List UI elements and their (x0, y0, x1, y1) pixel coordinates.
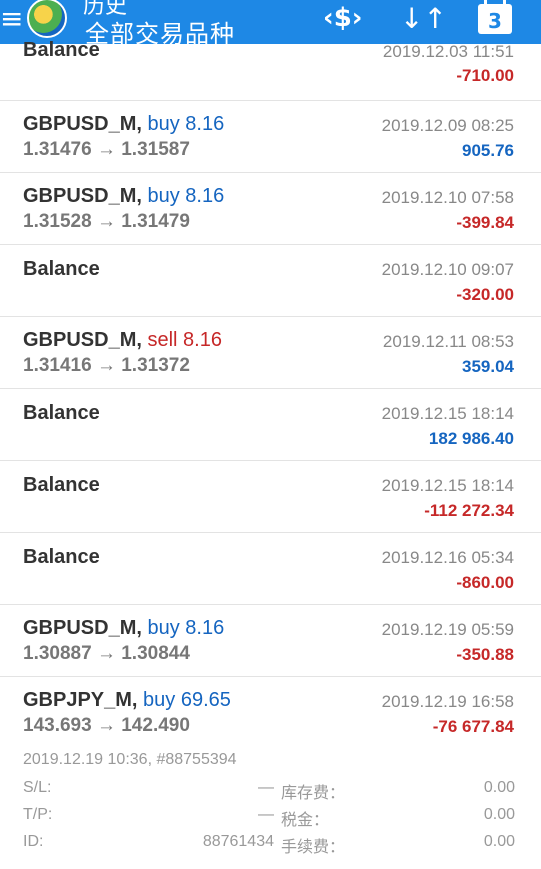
swap-value: 0.00 (483, 779, 515, 796)
row-symbol-name: GBPUSD_M, (23, 113, 142, 135)
row-symbol-name: GBPUSD_M, (23, 617, 142, 639)
row-profit: 905.76 (462, 141, 514, 160)
app-toolbar: ≡ 历史 全部交易品种 ‹$› ↓↑ 3 (0, 0, 541, 44)
tax-value: 0.00 (483, 806, 515, 823)
row-profit: -710.00 (456, 66, 514, 85)
list-item[interactable]: Balance 2019.12.03 11:51 -710.00 (0, 39, 541, 101)
id-label: ID: (23, 833, 44, 850)
row-profit: -860.00 (456, 573, 514, 592)
list-item[interactable]: GBPUSD_M, buy 8.16 1.30887 → 1.30844 201… (0, 605, 541, 677)
row-date: 2019.12.10 07:58 (381, 188, 514, 207)
open-info: 2019.12.19 10:36, #88755394 (23, 751, 237, 768)
menu-icon[interactable]: ≡ (0, 4, 23, 38)
row-side: sell 8.16 (147, 329, 222, 351)
row-prices: 1.31476 → 1.31587 (23, 139, 190, 160)
dollar-filter-icon[interactable]: ‹$› (323, 3, 363, 33)
row-date: 2019.12.15 18:14 (381, 476, 514, 495)
row-symbol: Balance (23, 546, 100, 568)
tp-value: — (258, 806, 274, 823)
row-profit: -350.88 (456, 645, 514, 664)
row-symbol: Balance (23, 258, 100, 280)
row-date: 2019.12.15 18:14 (381, 404, 514, 423)
sort-icon[interactable]: ↓↑ (400, 2, 447, 35)
sl-label: S/L: (23, 779, 52, 796)
row-symbol-name: GBPUSD_M, (23, 329, 142, 351)
row-symbol: GBPUSD_M, buy 8.16 (23, 617, 224, 640)
row-symbol: Balance (23, 39, 100, 61)
row-prices: 143.693 → 142.490 (23, 715, 190, 736)
row-date: 2019.12.16 05:34 (381, 548, 514, 567)
row-prices: 1.31528 → 1.31479 (23, 211, 190, 232)
row-date: 2019.12.19 05:59 (381, 620, 514, 639)
row-side: buy 69.65 (143, 689, 231, 711)
list-item[interactable]: Balance 2019.12.15 18:14 182 986.40 (0, 389, 541, 461)
row-profit: -399.84 (456, 213, 514, 232)
tp-label: T/P: (23, 806, 53, 823)
sl-value: — (258, 779, 274, 796)
tax-label: 税金： (281, 812, 330, 829)
swap-label: 库存费： (281, 785, 346, 802)
fee-value: 0.00 (483, 833, 515, 850)
row-symbol: GBPJPY_M, buy 69.65 (23, 689, 231, 712)
row-prices: 1.30887 → 1.30844 (23, 643, 190, 664)
tp-line: T/P: — 税金： 0.00 (23, 806, 515, 830)
row-date: 2019.12.19 16:58 (381, 692, 514, 711)
row-date: 2019.12.03 11:51 (382, 42, 514, 61)
open-info-line: 2019.12.19 10:36, #88755394 (23, 751, 515, 775)
symbol-filter-title[interactable]: 全部交易品种 (85, 14, 235, 44)
id-value: 88761434 (202, 833, 274, 850)
row-profit: 359.04 (462, 357, 514, 376)
row-profit: -112 272.34 (424, 501, 514, 520)
list-item-expanded[interactable]: GBPJPY_M, buy 69.65 143.693 → 142.490 20… (0, 677, 541, 869)
row-side: buy 8.16 (147, 113, 225, 135)
id-line: ID: 88761434 手续费： 0.00 (23, 833, 515, 857)
list-item[interactable]: Balance 2019.12.10 09:07 -320.00 (0, 245, 541, 317)
row-symbol: Balance (23, 402, 100, 424)
row-side: buy 8.16 (147, 185, 225, 207)
row-date: 2019.12.10 09:07 (381, 260, 514, 279)
row-prices: 1.31416 → 1.31372 (23, 355, 190, 376)
row-symbol: GBPUSD_M, buy 8.16 (23, 185, 224, 208)
row-symbol: GBPUSD_M, sell 8.16 (23, 329, 222, 352)
row-profit: -320.00 (456, 285, 514, 304)
list-item[interactable]: Balance 2019.12.15 18:14 -112 272.34 (0, 461, 541, 533)
sl-line: S/L: — 库存费： 0.00 (23, 779, 515, 803)
row-profit: -76 677.84 (432, 717, 514, 736)
list-item[interactable]: GBPUSD_M, sell 8.16 1.31416 → 1.31372 20… (0, 317, 541, 389)
row-symbol-name: GBPJPY_M, (23, 689, 138, 711)
row-date: 2019.12.11 08:53 (382, 332, 514, 351)
list-item[interactable]: Balance 2019.12.16 05:34 -860.00 (0, 533, 541, 605)
row-side: buy 8.16 (147, 617, 225, 639)
list-item[interactable]: GBPUSD_M, buy 8.16 1.31528 → 1.31479 201… (0, 173, 541, 245)
row-symbol: Balance (23, 474, 100, 496)
list-item[interactable]: GBPUSD_M, buy 8.16 1.31476 → 1.31587 201… (0, 101, 541, 173)
row-symbol-name: GBPUSD_M, (23, 185, 142, 207)
row-date: 2019.12.09 08:25 (381, 116, 514, 135)
row-profit: 182 986.40 (428, 429, 514, 448)
calendar-icon[interactable]: 3 (478, 0, 512, 34)
app-logo-icon (27, 0, 67, 38)
row-symbol: GBPUSD_M, buy 8.16 (23, 113, 224, 136)
fee-label: 手续费： (281, 839, 346, 856)
